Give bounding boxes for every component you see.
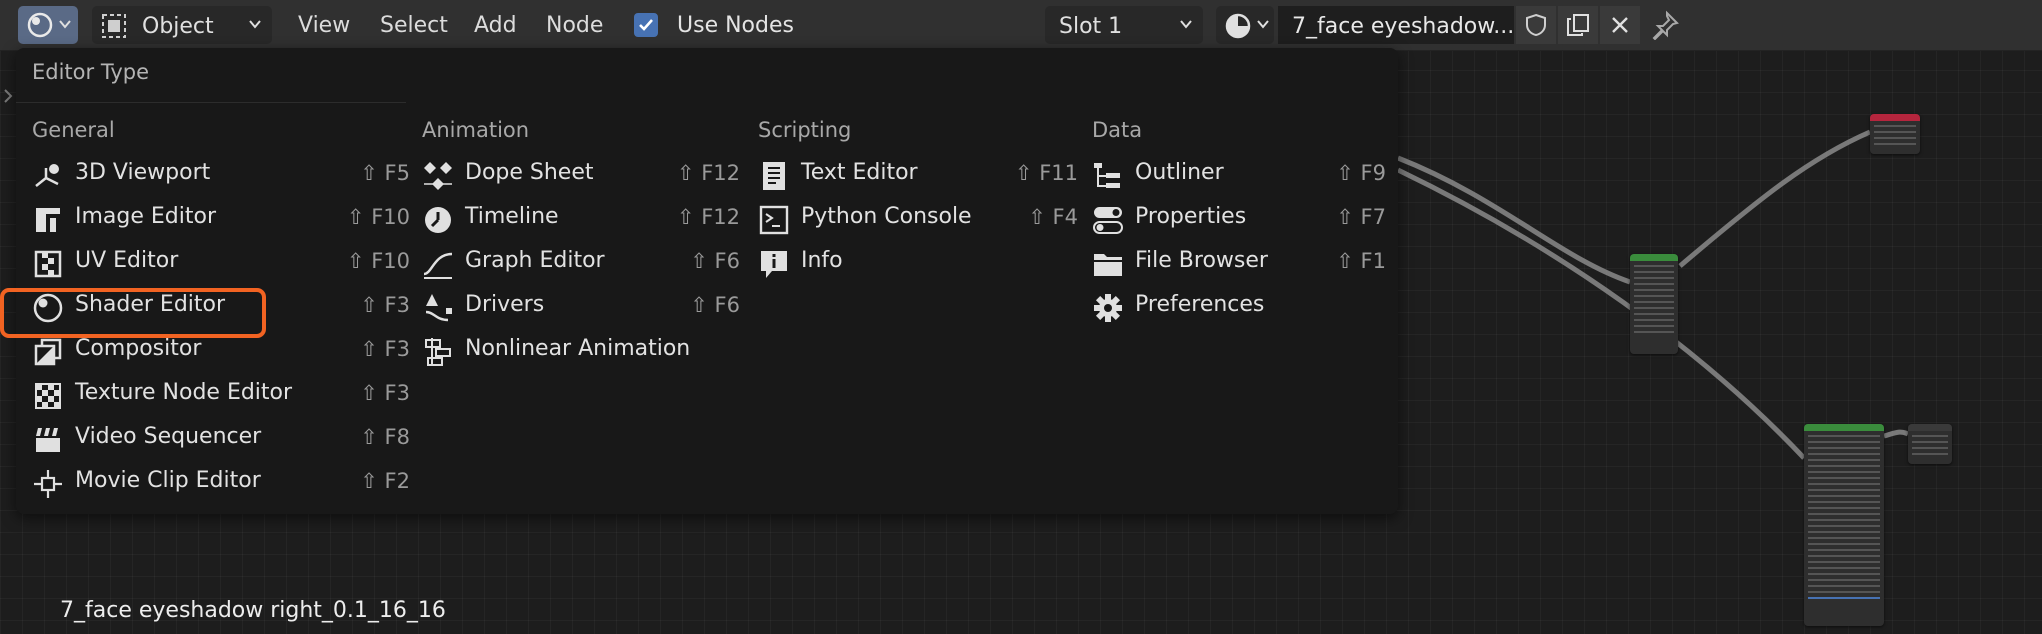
movie-clip-icon	[34, 470, 62, 498]
object-mode-label: Object	[142, 14, 214, 39]
chevron-down-icon	[1257, 20, 1269, 29]
shield-icon	[1526, 13, 1546, 37]
menu-select[interactable]: Select	[380, 13, 448, 38]
object-mode-dropdown[interactable]: Object	[92, 6, 272, 44]
new-material-button[interactable]	[1558, 6, 1598, 44]
fake-user-button[interactable]	[1516, 6, 1556, 44]
close-icon	[1612, 17, 1628, 33]
node-tree-name: 7_face eyeshadow right_0.1_16_16	[60, 598, 446, 623]
editor-type-menu: Editor Type General 3D Viewport ⇧ F5 Ima…	[16, 48, 1398, 514]
menu-divider	[16, 102, 406, 103]
editor-type-button[interactable]	[18, 6, 78, 44]
menu-node[interactable]: Node	[546, 13, 603, 38]
shader-editor-icon	[27, 12, 53, 38]
browse-material-button[interactable]	[1216, 6, 1274, 44]
use-nodes-label[interactable]: Use Nodes	[677, 13, 794, 38]
dope-sheet-icon	[424, 162, 452, 190]
material-name-label: 7_face eyeshadow...	[1292, 14, 1515, 39]
video-sequencer-icon	[36, 428, 60, 452]
menu-item-3d-viewport[interactable]: 3D Viewport ⇧ F5	[32, 154, 410, 198]
menu-item-dope-sheet[interactable]: Dope Sheet ⇧ F12	[422, 154, 740, 198]
menu-item-text-editor[interactable]: Text Editor ⇧ F11	[758, 154, 1078, 198]
mix-shader-node[interactable]	[1630, 254, 1678, 354]
uv-editor-icon	[34, 250, 62, 278]
chevron-down-icon	[59, 20, 71, 29]
column-heading: Data	[1092, 118, 1143, 142]
unlink-material-button[interactable]	[1600, 6, 1640, 44]
console-icon	[759, 205, 789, 235]
menu-item-nonlinear-animation[interactable]: Nonlinear Animation	[422, 330, 740, 374]
menu-view[interactable]: View	[298, 13, 350, 38]
pin-icon[interactable]	[1650, 10, 1680, 40]
menu-item-timeline[interactable]: Timeline ⇧ F12	[422, 198, 740, 242]
principled-bsdf-node[interactable]	[1804, 424, 1884, 626]
properties-icon	[1093, 207, 1123, 234]
timeline-icon	[425, 207, 451, 233]
menu-item-graph-editor[interactable]: Graph Editor ⇧ F6	[422, 242, 740, 286]
output-node-2[interactable]	[1908, 424, 1952, 464]
compositor-icon	[34, 338, 62, 366]
image-editor-icon	[36, 208, 60, 232]
menu-add[interactable]: Add	[474, 13, 517, 38]
material-name-field[interactable]: 7_face eyeshadow...	[1278, 6, 1514, 44]
editor-header: Object View Select Add Node Use Nodes Sl…	[0, 0, 2042, 51]
material-output-node[interactable]	[1870, 114, 1920, 154]
menu-item-outliner[interactable]: Outliner ⇧ F9	[1092, 154, 1386, 198]
selection-highlight	[0, 288, 266, 338]
text-editor-icon	[763, 162, 785, 190]
outliner-icon	[1094, 163, 1120, 188]
column-heading: General	[32, 118, 115, 142]
column-heading: Scripting	[758, 118, 852, 142]
menu-item-properties[interactable]: Properties ⇧ F7	[1092, 198, 1386, 242]
file-browser-icon	[1094, 254, 1122, 276]
menu-item-movie-clip-editor[interactable]: Movie Clip Editor ⇧ F2	[32, 462, 410, 506]
preferences-icon	[1094, 294, 1122, 322]
use-nodes-checkbox[interactable]	[634, 13, 658, 37]
menu-item-image-editor[interactable]: Image Editor ⇧ F10	[32, 198, 410, 242]
object-icon	[102, 14, 126, 38]
menu-item-python-console[interactable]: Python Console ⇧ F4	[758, 198, 1078, 242]
info-icon	[761, 251, 787, 278]
menu-item-drivers[interactable]: Drivers ⇧ F6	[422, 286, 740, 330]
slot-dropdown[interactable]: Slot 1	[1045, 6, 1203, 44]
menu-item-preferences[interactable]: Preferences	[1092, 286, 1386, 330]
menu-item-video-sequencer[interactable]: Video Sequencer ⇧ F8	[32, 418, 410, 462]
drivers-icon	[425, 294, 452, 322]
chevron-down-icon	[1180, 20, 1192, 29]
menu-item-uv-editor[interactable]: UV Editor ⇧ F10	[32, 242, 410, 286]
column-heading: Animation	[422, 118, 530, 142]
duplicate-icon	[1567, 14, 1589, 36]
checkmark-icon	[639, 19, 653, 31]
nla-icon	[425, 338, 451, 366]
texture-node-icon	[35, 383, 61, 409]
material-sphere-icon	[1225, 13, 1251, 39]
chevron-down-icon	[249, 20, 261, 29]
sidebar-toggle-icon[interactable]	[2, 88, 14, 104]
slot-label: Slot 1	[1059, 14, 1123, 39]
graph-editor-icon	[423, 252, 453, 279]
menu-title: Editor Type	[32, 60, 150, 84]
menu-item-info[interactable]: Info	[758, 242, 1078, 286]
3d-viewport-icon	[35, 164, 59, 187]
menu-item-file-browser[interactable]: File Browser ⇧ F1	[1092, 242, 1386, 286]
menu-item-texture-node-editor[interactable]: Texture Node Editor ⇧ F3	[32, 374, 410, 418]
